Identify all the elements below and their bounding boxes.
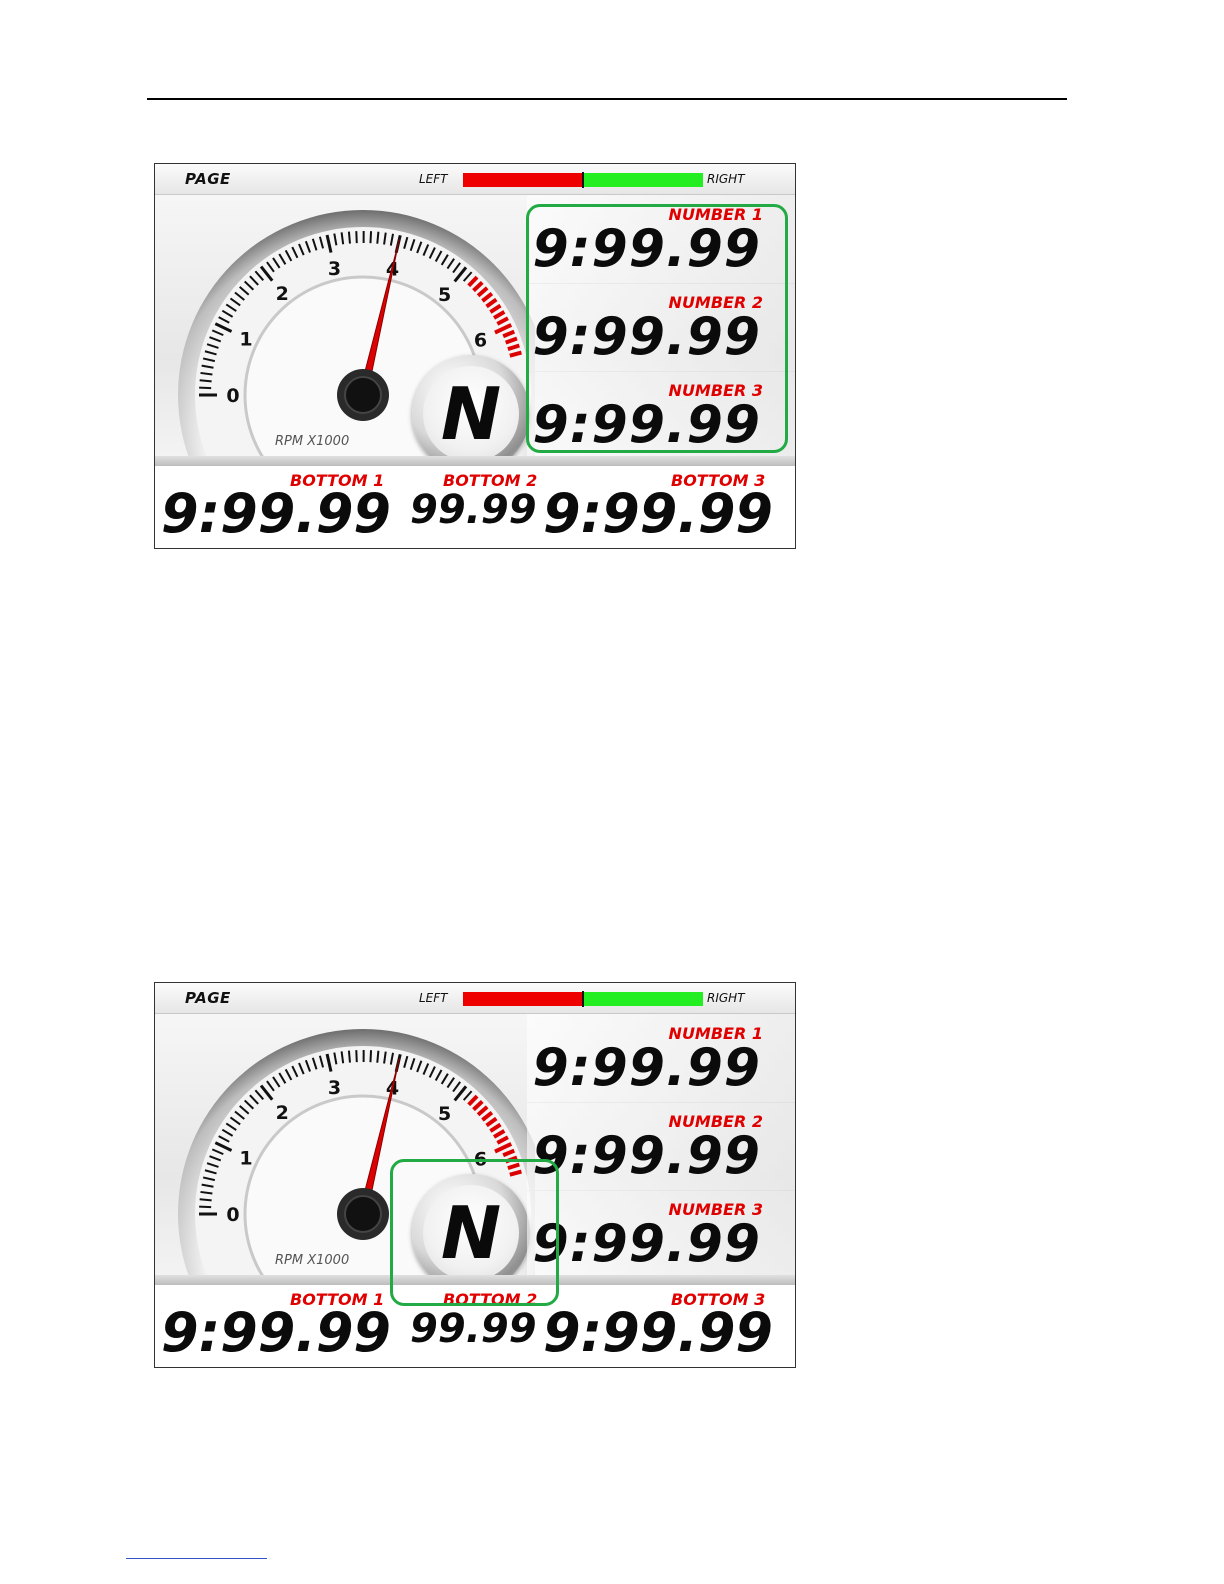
- balance-bar: [463, 172, 703, 188]
- gauge-tick-label: 0: [226, 1204, 239, 1226]
- gauge-hub-cap: [344, 376, 382, 414]
- gauge-hub-cap: [344, 1195, 382, 1233]
- gauge-tick-label: 6: [474, 1148, 487, 1170]
- gauge-tick: [376, 1050, 380, 1063]
- gauge-tick-label: 0: [226, 385, 239, 407]
- number-value: 9:99.99: [532, 307, 761, 367]
- gauge-tick-label: 6: [474, 329, 487, 351]
- number-cell-3: NUMBER 3 9:99.99: [527, 1190, 795, 1279]
- bottom-bar: BOTTOM 1 9:99.99 BOTTOM 2 99.99 BOTTOM 3…: [155, 1285, 795, 1367]
- bottom-value: 99.99: [410, 487, 537, 533]
- balance-center-marker: [582, 172, 584, 188]
- number-cell-2: NUMBER 2 9:99.99: [527, 1102, 795, 1191]
- gauge-tick-label: 2: [276, 1102, 289, 1124]
- gauge-tick-label: 5: [438, 1103, 451, 1125]
- gauge-tick-label: 3: [328, 1077, 341, 1099]
- gauge-tick: [369, 231, 373, 244]
- balance-left-label: LEFT: [419, 991, 448, 1005]
- top-bar: PAGE LEFT RIGHT: [155, 164, 795, 195]
- bottom-bar: BOTTOM 1 9:99.99 BOTTOM 2 99.99 BOTTOM 3…: [155, 466, 795, 548]
- gauge-tick: [347, 1050, 351, 1063]
- number-value: 9:99.99: [532, 1126, 761, 1186]
- gauge-tick: [347, 231, 351, 244]
- gauge-tick-label: 5: [438, 284, 451, 306]
- gauge-tick: [376, 231, 380, 244]
- gauge-tick: [199, 386, 212, 390]
- gauge-tick-label: 1: [239, 328, 252, 350]
- gauge-tick: [199, 1205, 212, 1209]
- balance-right-label: RIGHT: [707, 172, 745, 186]
- balance-left-fill: [463, 173, 583, 187]
- bottom-value: 99.99: [410, 1306, 537, 1352]
- bottom-value: 9:99.99: [543, 482, 773, 545]
- bottom-value: 9:99.99: [543, 1301, 773, 1364]
- balance-right-label: RIGHT: [707, 991, 745, 1005]
- gauge-tick-label: 3: [328, 258, 341, 280]
- gauge-tick-label: 2: [276, 283, 289, 305]
- balance-left-label: LEFT: [419, 172, 448, 186]
- number-cell-1: NUMBER 1 9:99.99: [527, 195, 795, 284]
- balance-bar: [463, 991, 703, 1007]
- page-label[interactable]: PAGE: [185, 989, 231, 1007]
- number-value: 9:99.99: [532, 395, 761, 455]
- dash-screen-numbers-highlight: PAGE LEFT RIGHT 0123456RPM X1000 N NUMBE…: [154, 163, 796, 549]
- bottom-value: 9:99.99: [161, 482, 391, 545]
- gauge-tick: [199, 1198, 212, 1202]
- number-value: 9:99.99: [532, 219, 761, 279]
- balance-right-fill: [583, 992, 703, 1006]
- number-cell-3: NUMBER 3 9:99.99: [527, 371, 795, 460]
- balance-right-fill: [583, 173, 703, 187]
- number-panel: NUMBER 1 9:99.99 NUMBER 2 9:99.99 NUMBER…: [527, 195, 795, 466]
- number-cell-2: NUMBER 2 9:99.99: [527, 283, 795, 372]
- number-cell-1: NUMBER 1 9:99.99: [527, 1014, 795, 1103]
- number-value: 9:99.99: [532, 1214, 761, 1274]
- gauge-area: 0123456RPM X1000 N NUMBER 1 9:99.99 NUMB…: [155, 195, 795, 473]
- gear-value: N: [440, 372, 502, 456]
- balance-left-fill: [463, 992, 583, 1006]
- gauge-unit-label: RPM X1000: [275, 434, 349, 449]
- gauge-area: 0123456RPM X1000 N NUMBER 1 9:99.99 NUMB…: [155, 1014, 795, 1292]
- gauge-tick: [199, 379, 212, 383]
- dash-screen-gear-highlight: PAGE LEFT RIGHT 0123456RPM X1000 N NUMBE…: [154, 982, 796, 1368]
- gear-value: N: [440, 1191, 502, 1275]
- footnote-rule: [126, 1558, 267, 1559]
- top-bar: PAGE LEFT RIGHT: [155, 983, 795, 1014]
- number-panel: NUMBER 1 9:99.99 NUMBER 2 9:99.99 NUMBER…: [527, 1014, 795, 1285]
- bottom-value: 9:99.99: [161, 1301, 391, 1364]
- page-header-rule: [147, 98, 1067, 100]
- gauge-tick-label: 1: [239, 1147, 252, 1169]
- balance-center-marker: [582, 991, 584, 1007]
- number-value: 9:99.99: [532, 1038, 761, 1098]
- gauge-tick: [369, 1050, 373, 1063]
- page-label[interactable]: PAGE: [185, 170, 231, 188]
- gauge-unit-label: RPM X1000: [275, 1253, 349, 1268]
